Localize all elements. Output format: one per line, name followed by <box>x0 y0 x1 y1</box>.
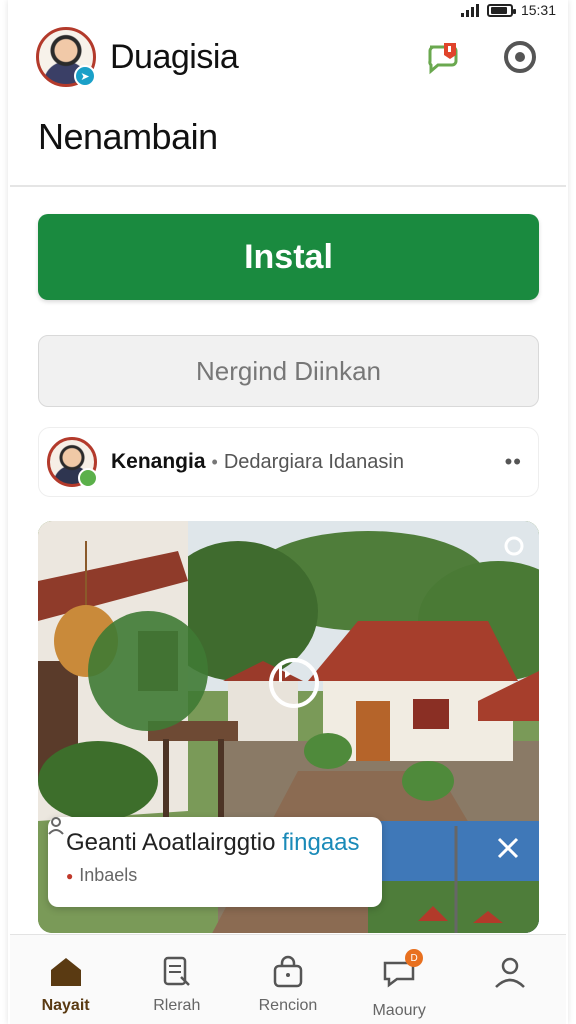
battery-icon <box>486 3 516 17</box>
header-actions <box>424 37 540 77</box>
signal-icon <box>460 3 479 17</box>
notification-badge: D <box>405 949 424 967</box>
nav-label-bag: Rencion <box>258 997 318 1014</box>
verified-badge-icon: ➤ <box>74 65 96 87</box>
media-expand-icon[interactable] <box>503 535 525 557</box>
post-header: Kenangia • Dedargiara Idanasin •• <box>38 427 539 497</box>
nav-label-home: Nayait <box>41 997 90 1014</box>
play-button[interactable] <box>269 658 319 708</box>
nav-item-documents[interactable]: Rlerah <box>127 955 227 1015</box>
post-author-name[interactable]: Kenangia <box>111 450 206 474</box>
document-icon <box>163 956 190 986</box>
status-bar: 15:31 <box>460 0 556 20</box>
post-separator: • <box>211 451 218 472</box>
bag-icon <box>273 955 303 988</box>
more-options-button[interactable]: •• <box>505 449 522 475</box>
gear-icon <box>504 41 536 73</box>
person-icon <box>48 817 64 835</box>
nav-label-documents: Rlerah <box>153 997 201 1014</box>
caption-title: Geanti Aoatlairggtio fingaas <box>66 829 364 857</box>
caption-meta-dot: ● <box>66 868 74 883</box>
post-media[interactable]: Geanti Aoatlairggtio fingaas ● Inbaels <box>38 521 539 933</box>
nav-item-profile[interactable] <box>460 955 560 997</box>
bottom-nav: Nayait Rlerah Rencion D Maoury <box>10 934 566 1024</box>
app-screen: 15:31 ➤ Duagisia Nenambain Instal Nergin… <box>0 0 576 1024</box>
app-title: Duagisia <box>110 37 239 76</box>
install-button[interactable]: Instal <box>38 214 539 300</box>
caption-title-accent[interactable]: fingaas <box>282 829 359 856</box>
nav-item-bag[interactable]: Rencion <box>238 955 338 1015</box>
caption-title-main: Geanti Aoatlairggtio <box>66 829 283 856</box>
messages-icon-wrap: D <box>381 949 424 994</box>
post-author-avatar[interactable] <box>47 437 98 488</box>
caption-meta-text: Inbaels <box>79 865 138 885</box>
nav-item-home[interactable]: Nayait <box>16 955 116 1015</box>
header-divider <box>10 185 566 187</box>
caption-meta: ● Inbaels <box>48 817 364 886</box>
close-icon[interactable] <box>493 833 523 863</box>
top-header: ➤ Duagisia <box>36 22 540 92</box>
secondary-button[interactable]: Nergind Diinkan <box>38 335 539 407</box>
status-time: 15:31 <box>520 2 556 18</box>
profile-icon <box>495 957 526 988</box>
post-subtitle: Dedargiara Idanasin <box>223 450 404 473</box>
home-icon <box>50 958 81 986</box>
online-badge-icon <box>78 468 98 488</box>
nav-item-messages[interactable]: D Maoury <box>349 949 449 1020</box>
media-caption-card[interactable]: Geanti Aoatlairggtio fingaas ● Inbaels <box>48 817 382 907</box>
settings-button[interactable] <box>500 37 540 77</box>
page-title: Nenambain <box>38 116 218 157</box>
nav-label-messages: Maoury <box>372 1002 426 1019</box>
chat-alert-icon <box>428 43 458 75</box>
play-icon <box>279 666 291 682</box>
avatar[interactable]: ➤ <box>36 27 96 87</box>
chat-alert-button[interactable] <box>424 37 464 77</box>
